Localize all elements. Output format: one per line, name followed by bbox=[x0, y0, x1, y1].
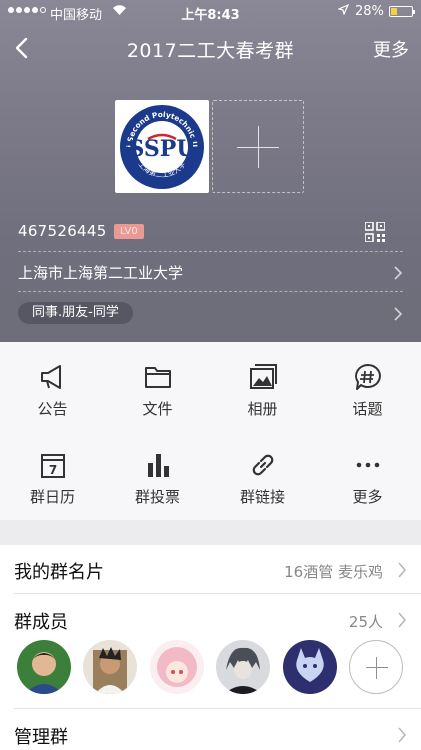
status-bar: 中国移动 上午8:43 28% bbox=[0, 0, 421, 24]
chevron-right-icon bbox=[397, 562, 407, 578]
group-header: 中国移动 上午8:43 28% 2017二工大春考群 更多 Sh bbox=[0, 0, 421, 342]
function-label: 相册 bbox=[247, 400, 278, 418]
group-link-button[interactable]: 群链接 bbox=[210, 430, 315, 518]
university-logo: Shanghai Second Polytechnic University 上… bbox=[118, 103, 204, 189]
more-dots-icon bbox=[356, 462, 380, 468]
battery-icon bbox=[389, 6, 415, 17]
photo-album-icon bbox=[250, 364, 277, 389]
member-avatar[interactable] bbox=[283, 640, 337, 694]
logo-letters: SSPU bbox=[128, 136, 195, 162]
announcement-button[interactable]: 公告 bbox=[0, 342, 105, 430]
divider bbox=[18, 291, 403, 292]
function-label: 更多 bbox=[352, 488, 383, 506]
battery-percent: 28% bbox=[355, 4, 384, 19]
chevron-right-icon bbox=[397, 612, 407, 628]
group-number: 467526445 bbox=[18, 222, 107, 240]
member-avatar[interactable] bbox=[17, 640, 71, 694]
divider bbox=[14, 708, 421, 709]
add-member-button[interactable] bbox=[349, 640, 403, 694]
plus-icon bbox=[366, 667, 388, 668]
chevron-right-icon bbox=[393, 265, 403, 280]
group-function-grid: 公告 文件 相册 话题 7 群日历 群投票 群链接 更多 bbox=[0, 342, 421, 520]
page-title: 2017二工大春考群 bbox=[126, 40, 295, 62]
album-button[interactable]: 相册 bbox=[210, 342, 315, 430]
topics-button[interactable]: 话题 bbox=[315, 342, 420, 430]
link-icon bbox=[252, 454, 274, 476]
add-photo-button[interactable] bbox=[212, 100, 304, 193]
bar-chart-icon bbox=[148, 454, 169, 477]
group-location[interactable]: 上海市上海第二工业大学 bbox=[18, 262, 183, 283]
member-avatar[interactable] bbox=[216, 640, 270, 694]
group-avatar[interactable]: Shanghai Second Polytechnic University 上… bbox=[115, 100, 209, 193]
topic-hash-icon bbox=[355, 364, 381, 390]
group-category-tag[interactable]: 同事.朋友-同学 bbox=[18, 302, 133, 324]
member-avatar[interactable] bbox=[83, 640, 137, 694]
chevron-right-icon bbox=[393, 306, 403, 321]
member-count: 25人 bbox=[348, 613, 383, 631]
vote-button[interactable]: 群投票 bbox=[105, 430, 210, 518]
section-gap bbox=[0, 520, 421, 545]
row-title: 群成员 bbox=[14, 612, 68, 633]
calendar-button[interactable]: 7 群日历 bbox=[0, 430, 105, 518]
chevron-right-icon bbox=[397, 727, 407, 743]
function-label: 话题 bbox=[352, 400, 383, 418]
navigation-bar: 2017二工大春考群 更多 bbox=[0, 28, 421, 68]
row-value: 16酒管 麦乐鸡 bbox=[284, 563, 383, 581]
row-title: 我的群名片 bbox=[14, 562, 104, 583]
function-label: 群投票 bbox=[134, 488, 180, 506]
qr-code-icon[interactable] bbox=[364, 221, 386, 243]
megaphone-icon bbox=[41, 365, 61, 389]
more-functions-button[interactable]: 更多 bbox=[315, 430, 420, 518]
function-label: 群日历 bbox=[29, 488, 75, 506]
location-arrow-icon bbox=[337, 3, 350, 18]
row-title: 管理群 bbox=[14, 727, 68, 748]
files-button[interactable]: 文件 bbox=[105, 342, 210, 430]
more-button[interactable]: 更多 bbox=[373, 36, 409, 62]
function-label: 公告 bbox=[37, 400, 68, 418]
calendar-icon: 7 bbox=[41, 454, 65, 478]
divider bbox=[14, 593, 421, 594]
function-label: 群链接 bbox=[239, 488, 285, 506]
member-avatar[interactable] bbox=[150, 640, 204, 694]
level-badge: LV0 bbox=[114, 224, 144, 239]
function-label: 文件 bbox=[142, 400, 173, 418]
folder-icon bbox=[145, 367, 171, 388]
calendar-day: 7 bbox=[49, 463, 57, 477]
divider bbox=[18, 251, 403, 252]
